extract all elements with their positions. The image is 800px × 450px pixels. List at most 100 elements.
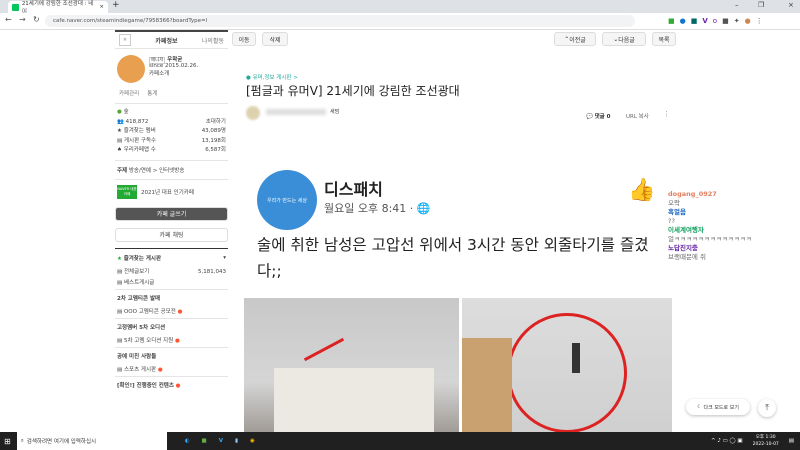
board-group-heading[interactable]: [확인!] 진행중인 컨텐츠 ●: [115, 375, 228, 394]
cafe-sidebar: ★ 카페정보 나의활동 매니저 우왁굳 since 2015.02.26. 카페…: [115, 30, 228, 432]
chat-text: 오락: [668, 199, 680, 207]
board-item[interactable]: ▤ 베스트게시글: [115, 278, 228, 289]
back-icon[interactable]: ←: [5, 15, 12, 24]
reload-icon[interactable]: ↻: [33, 15, 40, 24]
stats-link[interactable]: 통계: [147, 89, 157, 97]
post-title: [펌글과 유머ᐯ] 21세기에 강림한 조선광대: [246, 84, 460, 98]
author-name-blurred: [266, 109, 326, 115]
author-avatar[interactable]: [246, 106, 260, 120]
theme-label: 주제: [117, 167, 128, 174]
board-icon: ▤: [117, 337, 123, 344]
url-text: cafe.naver.com/steamindiegame/7958366?bo…: [53, 18, 208, 24]
extension-icon[interactable]: o: [713, 17, 717, 25]
comments-link[interactable]: 💬 댓글 0: [586, 112, 610, 120]
stat-label: 즐겨찾는 멤버: [123, 128, 156, 134]
extensions: ■ ● ■ V o ■ ✦ ● ⋮: [668, 17, 763, 25]
chat-message: 이세계여행자 얼ㅋㅋㅋㅋㅋㅋㅋㅋㅋㅋㅋㅋㅋ: [668, 226, 800, 244]
new-tab-icon[interactable]: +: [112, 0, 120, 10]
board-link[interactable]: ● 유머,정보 게시판 >: [246, 73, 298, 81]
close-tab-icon[interactable]: ×: [99, 4, 104, 10]
board-count: 5,181,043: [198, 268, 226, 275]
favorite-boards-heading: 즐겨찾는 게시판: [123, 255, 162, 262]
tray-icons[interactable]: ^ ♪ ▭ ◯ ▣: [711, 438, 743, 444]
board-icon: ▤: [117, 308, 123, 315]
chat-username[interactable]: dogang_0927: [668, 190, 800, 199]
members-icon: 👥: [117, 118, 124, 125]
url-input[interactable]: cafe.naver.com/steamindiegame/7958366?bo…: [45, 15, 635, 27]
like-icon: 👍: [628, 178, 656, 203]
chat-message: 흑얼음??: [668, 208, 800, 226]
list-button[interactable]: 목록: [652, 32, 676, 46]
board-group-heading[interactable]: 2차 고멤티콘 발매: [115, 288, 228, 307]
author-level: 새덤: [330, 109, 340, 115]
board-item[interactable]: ▤ OOO 고멤티콘 공모전 ●: [115, 307, 228, 318]
chat-message: dogang_0927 오락: [668, 190, 800, 208]
cafe-intro-link[interactable]: 카페소개: [149, 69, 198, 77]
board-icon: ▤: [117, 279, 123, 286]
move-button[interactable]: 이동: [232, 32, 256, 46]
embed-source: 디스패치: [324, 180, 383, 199]
level-icon: ●: [117, 109, 122, 115]
maximize-icon[interactable]: ❐: [758, 1, 764, 9]
chrome-icon[interactable]: ◉: [250, 438, 255, 444]
cafe-level: ● 숲: [117, 109, 129, 115]
vscode-icon[interactable]: V: [219, 438, 223, 444]
scroll-top-button[interactable]: ⤒: [758, 399, 776, 417]
clock-date[interactable]: 2022-10-07: [753, 441, 779, 448]
taskbar-search[interactable]: ⌕ 검색하려면 여기에 입력하십시: [16, 432, 167, 450]
puzzle-icon[interactable]: ✦: [734, 17, 740, 25]
dark-mode-button[interactable]: ☾ 다크 모드로 보기: [686, 399, 750, 415]
browser-tab[interactable]: 21세기에 강림한 조선광대 : 네이 ×: [8, 1, 108, 15]
star-icon[interactable]: ★: [119, 34, 131, 46]
chat-overlay: dogang_0927 오락 흑얼음?? 이세계여행자 얼ㅋㅋㅋㅋㅋㅋㅋㅋㅋㅋㅋㅋㅋ 노답…: [668, 190, 800, 262]
tab-cafe-info[interactable]: 카페정보: [155, 36, 177, 45]
cafe-theme[interactable]: 방송/연예 > 인터넷방송: [129, 168, 185, 174]
tab-my-activity[interactable]: 나의활동: [202, 36, 224, 45]
board-group-heading[interactable]: 고정멤버 5차 오디션: [115, 317, 228, 336]
url-copy-button[interactable]: URL 복사: [626, 112, 649, 120]
board-item[interactable]: ▤ 전체글보기 5,181,043: [115, 267, 228, 278]
award-text: 2021년 대표 인기카페: [141, 189, 194, 196]
chat-username[interactable]: 흑얼음: [668, 208, 800, 217]
more-icon[interactable]: ⋮: [663, 110, 670, 118]
next-post-button[interactable]: ⌄ 다음글: [602, 32, 646, 46]
extension-icon[interactable]: ■: [668, 17, 675, 25]
chat-username[interactable]: 노답진지충: [668, 244, 800, 253]
close-window-icon[interactable]: ×: [788, 1, 794, 9]
clock-time[interactable]: 오후 1:30: [753, 434, 779, 441]
cafe-manage-link[interactable]: 카페관리: [119, 89, 139, 97]
app-icon[interactable]: ▮: [235, 438, 238, 444]
profile-avatar[interactable]: ●: [745, 17, 751, 25]
minimize-icon[interactable]: –: [735, 1, 739, 9]
prev-post-button[interactable]: ⌃ 이전글: [554, 32, 596, 46]
dispatch-logo: 우리가 만드는 세상: [257, 170, 317, 230]
board-group-heading[interactable]: 공예 미친 사람들: [115, 346, 228, 365]
edge-icon[interactable]: ◐: [185, 438, 190, 444]
invite-link[interactable]: 초대하기: [206, 118, 226, 128]
chat-username[interactable]: 이세계여행자: [668, 226, 800, 235]
notification-icon[interactable]: ▤: [789, 438, 794, 444]
stat-label: 우리카페앱 수: [123, 147, 156, 153]
tab-strip: 21세기에 강림한 조선광대 : 네이 × + – ❐ ×: [0, 0, 800, 15]
extension-icon[interactable]: ■: [691, 17, 698, 25]
windows-start-icon[interactable]: ⊞: [4, 437, 11, 446]
board-item[interactable]: ▤ 5차 고멤 오디션 지원 ●: [115, 336, 228, 347]
naver-badge: NAVER 대표카페: [117, 184, 137, 199]
forward-icon[interactable]: →: [19, 15, 26, 24]
chevron-down-icon[interactable]: ▾: [223, 255, 226, 261]
extension-icon[interactable]: ●: [680, 17, 686, 25]
minecraft-icon[interactable]: ■: [202, 438, 207, 444]
new-badge: ●: [175, 382, 181, 389]
moon-icon: ☾: [697, 404, 702, 410]
red-arrow: [303, 337, 345, 362]
stat-value: 43,089명: [201, 128, 226, 134]
extension-icon[interactable]: V: [702, 17, 707, 25]
write-post-button[interactable]: 카페 글쓰기: [115, 206, 228, 221]
photo-right: [462, 298, 672, 432]
menu-icon[interactable]: ⋮: [756, 17, 763, 25]
delete-button[interactable]: 삭제: [262, 32, 288, 46]
cafe-chat-button[interactable]: 카페 채팅: [115, 227, 228, 242]
extension-icon[interactable]: ■: [722, 17, 729, 25]
chat-text: 얼ㅋㅋㅋㅋㅋㅋㅋㅋㅋㅋㅋㅋㅋ: [668, 235, 752, 243]
board-item[interactable]: ▤ 스포츠 게시판 ●: [115, 365, 228, 376]
